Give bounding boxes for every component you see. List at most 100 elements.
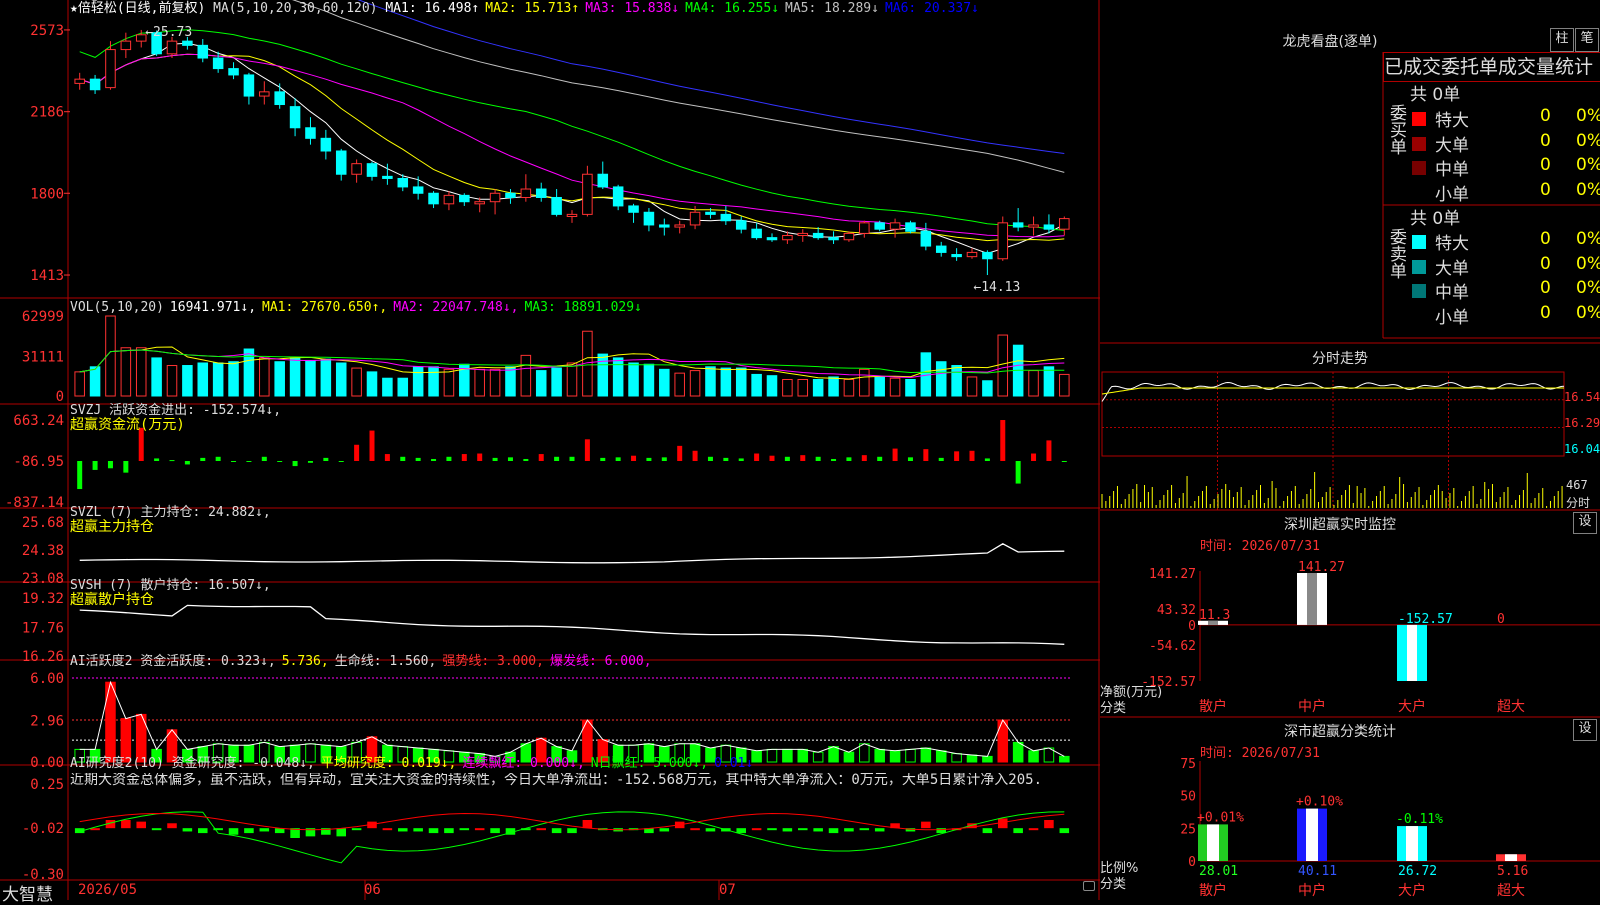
candle-body[interactable] [535, 188, 547, 198]
order-type-label: 大单 [1435, 135, 1469, 156]
candle-body[interactable] [874, 222, 885, 230]
stats-bar-中户[interactable] [1297, 808, 1327, 861]
candle-body[interactable] [305, 127, 316, 139]
retail-axis-label: 19.32 [22, 591, 64, 607]
flow-bar [1061, 461, 1067, 462]
candle-body[interactable] [720, 213, 732, 222]
candle-body[interactable] [412, 186, 424, 194]
candle-body[interactable] [320, 137, 332, 152]
stats-settings-button[interactable]: 设 [1573, 719, 1597, 741]
candle-body[interactable] [735, 220, 747, 230]
candle-body[interactable] [797, 232, 809, 237]
candle-body[interactable] [674, 224, 685, 228]
candle-body[interactable] [443, 194, 455, 205]
candle-body[interactable] [366, 163, 378, 177]
candle-body[interactable] [428, 192, 439, 205]
candle-body[interactable] [1028, 224, 1039, 228]
candle-body[interactable] [859, 222, 870, 234]
candle-body[interactable] [259, 91, 270, 97]
candle-body[interactable] [966, 251, 978, 258]
flow-bar [1031, 453, 1037, 461]
candle-body[interactable] [751, 228, 762, 239]
candle-body[interactable] [89, 78, 101, 91]
research-bar [244, 828, 254, 834]
candle-body[interactable] [705, 211, 716, 215]
candle-body[interactable] [582, 173, 593, 215]
candle-body[interactable] [982, 251, 993, 260]
flow-bar [815, 456, 821, 461]
candle-body[interactable] [351, 163, 362, 175]
candle-body[interactable] [920, 230, 932, 247]
candle-body[interactable] [335, 150, 347, 175]
candle-body[interactable] [274, 91, 285, 106]
flow-bar [292, 461, 298, 467]
volume-bar [351, 367, 362, 397]
candle-body[interactable] [997, 222, 1009, 260]
volume-bar [182, 365, 193, 397]
candle-body[interactable] [643, 211, 655, 226]
candle-body[interactable] [935, 245, 947, 253]
stats-category-label: 超大 [1497, 883, 1525, 899]
candle-body[interactable] [120, 40, 132, 51]
candle-body[interactable] [828, 237, 839, 241]
candle-body[interactable] [782, 235, 793, 241]
candle-body[interactable] [505, 192, 516, 198]
candle-body[interactable] [289, 106, 301, 129]
candle-body[interactable] [551, 196, 562, 215]
stats-bar-散户[interactable] [1198, 824, 1228, 861]
candle-body[interactable] [212, 57, 224, 70]
monitor-bar-大户[interactable] [1397, 624, 1427, 681]
candle-body[interactable] [397, 177, 409, 188]
ma-line-6 [357, 0, 1065, 154]
candle-body[interactable] [951, 254, 962, 258]
header-item: AI研究度2(10) 资金研究度: -0.048↓, [70, 756, 315, 771]
candle-body[interactable] [197, 44, 209, 59]
candle-body[interactable] [597, 173, 609, 188]
volume-bar [212, 362, 224, 397]
stats-bar-大户[interactable] [1397, 826, 1427, 861]
candle-body[interactable] [166, 40, 178, 55]
order-stats-tab[interactable]: 已成交委托单成交量统计 [1383, 52, 1600, 82]
research-bar [198, 828, 208, 834]
candle-body[interactable] [566, 213, 578, 218]
candle-body[interactable] [459, 194, 470, 203]
volume-bar [335, 362, 347, 397]
candle-body[interactable] [1059, 218, 1070, 230]
candle-body[interactable] [474, 201, 485, 205]
lock-icon[interactable] [1083, 881, 1095, 891]
flow-bar [184, 461, 190, 465]
candle-body[interactable] [766, 237, 778, 241]
research-bar [1028, 828, 1039, 831]
stroke-view-button[interactable]: 笔 [1575, 28, 1599, 52]
candle-body[interactable] [1012, 222, 1024, 228]
candle-body[interactable] [105, 49, 116, 89]
candle-body[interactable] [520, 188, 532, 198]
candle-body[interactable] [889, 222, 901, 230]
candle-body[interactable] [1043, 224, 1055, 230]
volume-bar [489, 368, 501, 397]
candle-body[interactable] [812, 232, 824, 239]
candle-body[interactable] [243, 74, 255, 97]
intraday-title: 分时走势 [1312, 351, 1368, 367]
candle-body[interactable] [182, 40, 193, 46]
candle-body[interactable] [489, 192, 501, 203]
candle-body[interactable] [612, 186, 624, 207]
flow-bar [800, 455, 806, 461]
stats-bar-超大[interactable] [1496, 854, 1526, 861]
monitor-value-label: -152.57 [1398, 612, 1453, 627]
monitor-bar-中户[interactable] [1297, 573, 1327, 625]
volume-bar [120, 347, 132, 397]
candle-body[interactable] [382, 175, 393, 179]
order-count: 0 [1540, 278, 1551, 298]
volume-axis-label: 31111 [22, 349, 64, 365]
monitor-settings-button[interactable]: 设 [1573, 512, 1597, 534]
candle-body[interactable] [628, 205, 639, 213]
candle-body[interactable] [659, 224, 670, 228]
candle-body[interactable] [228, 68, 239, 76]
candle-body[interactable] [905, 222, 916, 232]
candle-body[interactable] [689, 211, 701, 226]
candle-body[interactable] [843, 232, 855, 241]
candle-body[interactable] [74, 78, 85, 84]
legend-swatch [1412, 235, 1426, 249]
column-view-button[interactable]: 柱 [1550, 28, 1574, 52]
